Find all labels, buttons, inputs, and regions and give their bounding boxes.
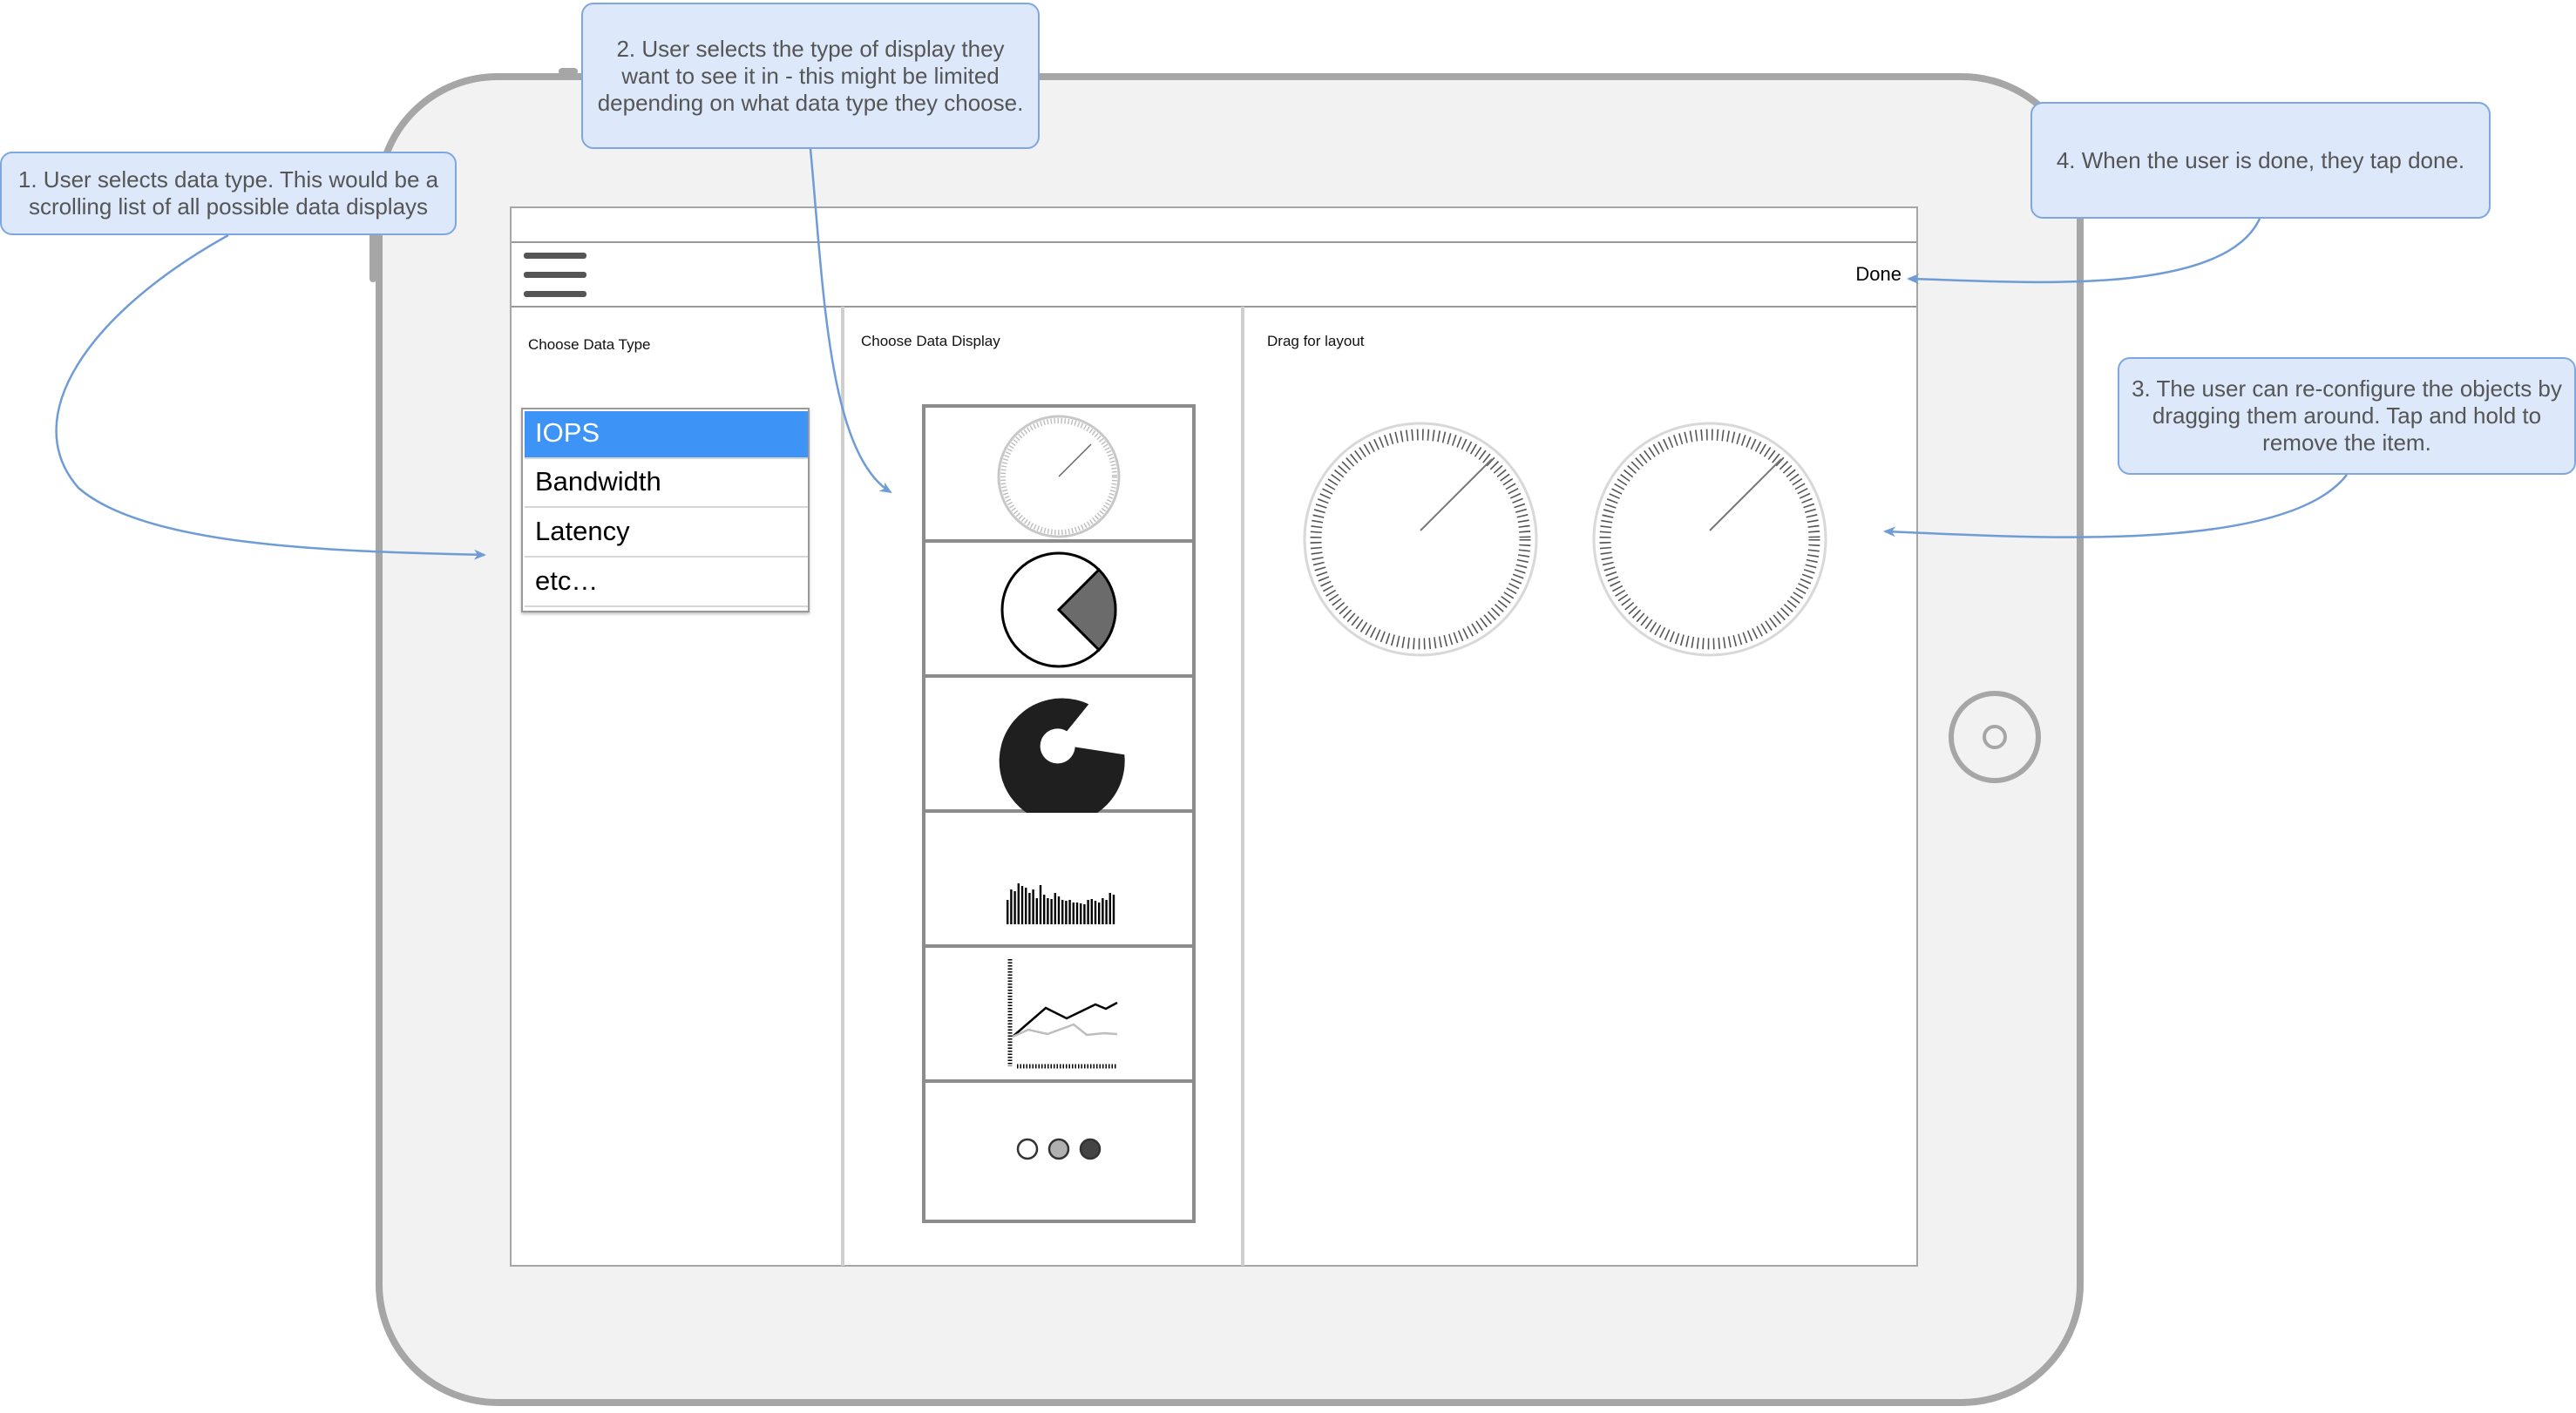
data-display-panel-title: Choose Data Display bbox=[861, 333, 1000, 349]
layout-panel-title: Drag for layout bbox=[1267, 333, 1365, 349]
home-button[interactable] bbox=[1949, 691, 2041, 783]
donut-chart-icon bbox=[999, 698, 1125, 813]
display-option-donut[interactable] bbox=[925, 678, 1192, 813]
annotation-callout: 2. User selects the type of display they… bbox=[581, 3, 1040, 149]
annotation-callout: 4. When the user is done, they tap done. bbox=[2030, 102, 2491, 219]
volume-up-button bbox=[369, 228, 376, 282]
panel-divider bbox=[1241, 307, 1244, 1266]
list-item-etc[interactable]: etc… bbox=[525, 559, 808, 607]
app-screen bbox=[510, 206, 1918, 1267]
display-option-line[interactable] bbox=[925, 948, 1192, 1083]
annotation-callout: 1. User selects data type. This would be… bbox=[0, 152, 457, 235]
list-item-latency[interactable]: Latency bbox=[525, 510, 808, 558]
display-option-pie[interactable] bbox=[925, 543, 1192, 678]
power-button bbox=[559, 68, 578, 75]
done-button[interactable]: Done bbox=[1839, 261, 1901, 287]
data-type-list[interactable]: IOPS Bandwidth Latency etc… bbox=[521, 408, 810, 612]
data-display-list[interactable] bbox=[922, 404, 1196, 1223]
list-item-iops[interactable]: IOPS bbox=[525, 411, 808, 459]
placed-gauge-icon[interactable] bbox=[1588, 417, 1832, 661]
display-option-bar[interactable] bbox=[925, 813, 1192, 948]
status-dots-icon bbox=[1016, 1138, 1102, 1160]
display-option-gauge[interactable] bbox=[925, 408, 1192, 543]
data-type-panel-title: Choose Data Type bbox=[528, 336, 651, 353]
panel-divider bbox=[841, 307, 844, 1266]
hamburger-menu-icon[interactable] bbox=[524, 251, 586, 300]
gauge-icon bbox=[997, 415, 1121, 538]
annotation-callout: 3. The user can re-configure the objects… bbox=[2118, 357, 2576, 475]
display-option-status[interactable] bbox=[925, 1083, 1192, 1218]
pie-chart-icon bbox=[1000, 551, 1117, 668]
navigation-bar bbox=[512, 245, 1916, 308]
line-chart-icon bbox=[1007, 959, 1118, 1069]
placed-gauge-icon[interactable] bbox=[1298, 417, 1542, 661]
list-item-bandwidth[interactable]: Bandwidth bbox=[525, 460, 808, 508]
status-bar bbox=[512, 208, 1916, 243]
bar-chart-icon bbox=[1007, 883, 1115, 924]
